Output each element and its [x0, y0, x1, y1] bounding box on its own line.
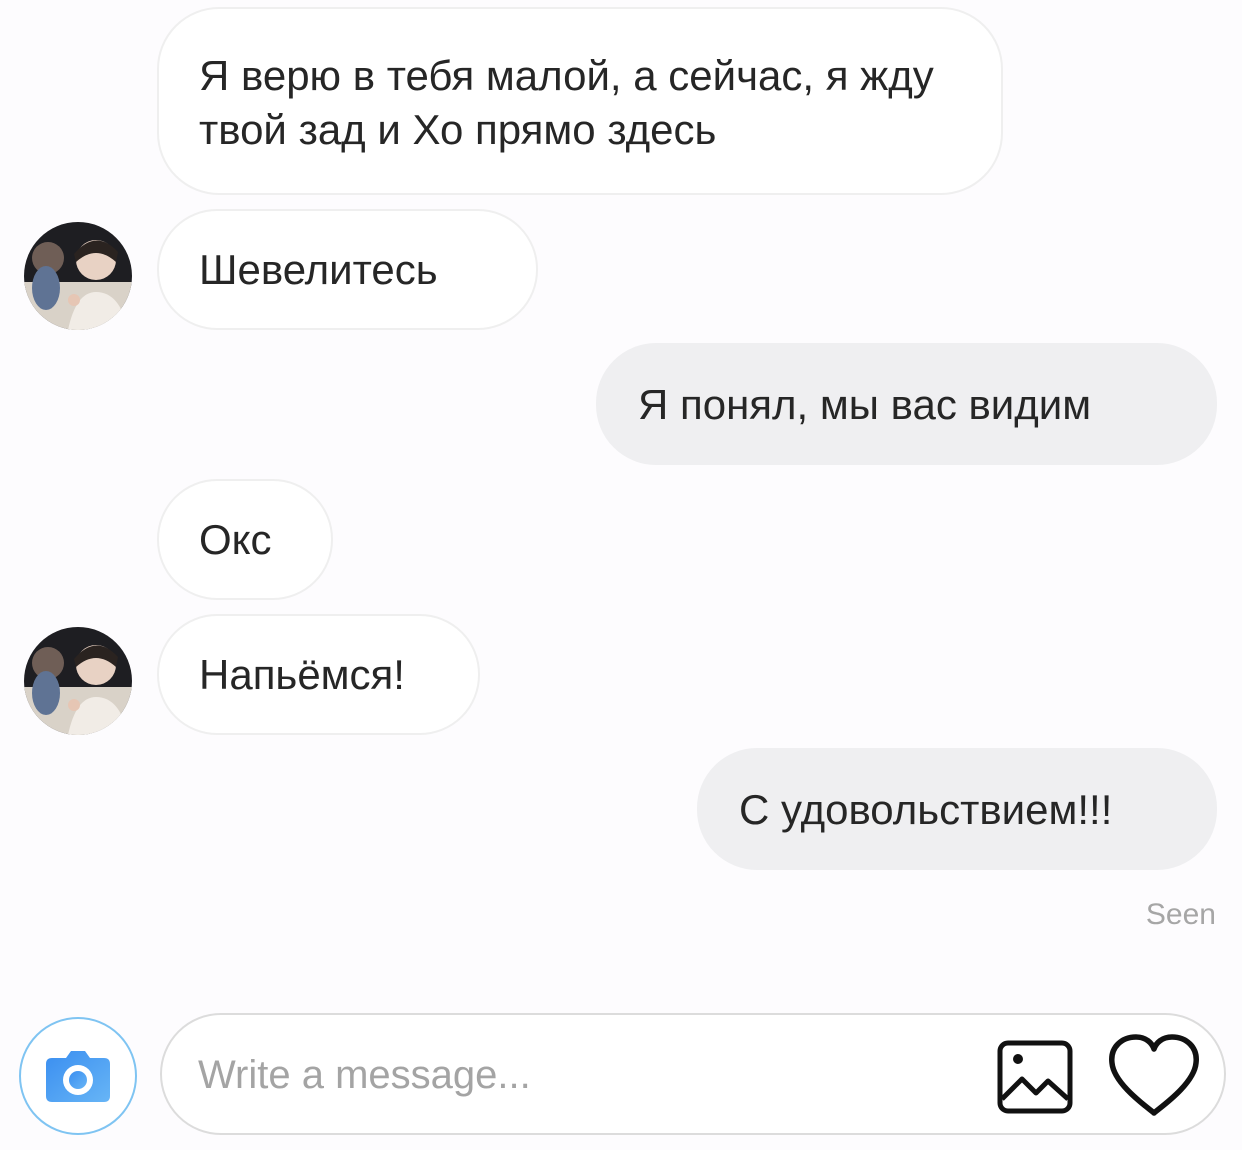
message-text: Я понял, мы вас видим — [638, 381, 1092, 428]
image-gallery-icon — [997, 1040, 1073, 1114]
incoming-message-bubble[interactable]: Окс — [157, 479, 333, 600]
incoming-message-bubble[interactable]: Шевелитесь — [157, 209, 538, 330]
direct-message-thread: Я верю в тебя малой, а сейчас, я жду тво… — [0, 0, 1242, 1150]
message-text: С удовольствием!!! — [739, 786, 1113, 833]
outgoing-message-bubble[interactable]: Я понял, мы вас видим — [596, 343, 1217, 465]
message-text: Шевелитесь — [199, 246, 438, 293]
message-text: Окс — [199, 516, 272, 563]
seen-status: Seen — [1145, 898, 1216, 931]
message-text: Я верю в тебя малой, а сейчас, я жду тво… — [199, 52, 934, 153]
camera-icon — [46, 1051, 110, 1102]
message-composer — [160, 1013, 1226, 1135]
sender-avatar[interactable] — [24, 627, 132, 735]
message-text: Напьёмся! — [199, 651, 405, 698]
message-input[interactable] — [196, 1039, 980, 1111]
sender-avatar[interactable] — [24, 222, 132, 330]
heart-icon — [1109, 1034, 1199, 1116]
camera-button[interactable] — [19, 1017, 137, 1135]
incoming-message-bubble[interactable]: Я верю в тебя малой, а сейчас, я жду тво… — [157, 7, 1003, 195]
gallery-button[interactable] — [996, 1037, 1076, 1117]
like-button[interactable] — [1106, 1033, 1202, 1119]
avatar-photo — [24, 222, 132, 330]
incoming-message-bubble[interactable]: Напьёмся! — [157, 614, 480, 735]
avatar-photo — [24, 627, 132, 735]
outgoing-message-bubble[interactable]: С удовольствием!!! — [697, 748, 1217, 870]
